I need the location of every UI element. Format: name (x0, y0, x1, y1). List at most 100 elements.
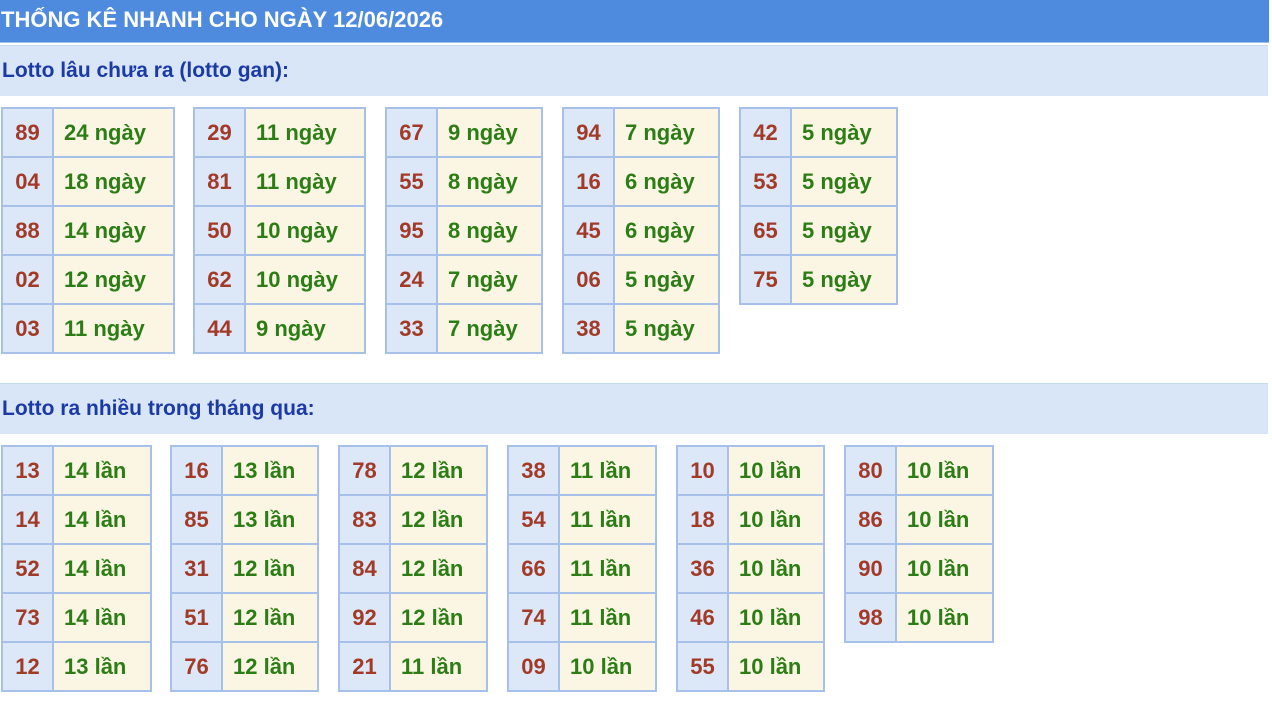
table-row: 36 10 lần (676, 543, 825, 594)
table-row: 38 5 ngày (562, 303, 720, 354)
table-row: 80 10 lần (844, 445, 994, 496)
page-title: THỐNG KÊ NHANH CHO NGÀY 12/06/2026 (1, 7, 444, 32)
lotto-number: 46 (676, 592, 729, 643)
days-absent: 10 ngày (244, 254, 366, 305)
lotto-number: 51 (170, 592, 223, 643)
days-absent: 5 ngày (613, 254, 720, 305)
table-row: 85 13 lần (170, 494, 319, 545)
days-absent: 11 ngày (244, 107, 366, 158)
times-appeared: 10 lần (727, 641, 825, 692)
lotto-number: 81 (193, 156, 246, 207)
times-appeared: 13 lần (221, 494, 319, 545)
times-appeared: 11 lần (558, 445, 657, 496)
days-absent: 24 ngày (52, 107, 175, 158)
times-appeared: 12 lần (389, 445, 488, 496)
table-row: 45 6 ngày (562, 205, 720, 256)
lotto-number: 94 (562, 107, 615, 158)
times-appeared: 10 lần (727, 445, 825, 496)
table-row: 42 5 ngày (739, 107, 898, 158)
lotto-number: 38 (562, 303, 615, 354)
table-row: 50 10 ngày (193, 205, 366, 256)
table-row: 31 12 lần (170, 543, 319, 594)
table-row: 92 12 lần (338, 592, 488, 643)
days-absent: 7 ngày (436, 303, 543, 354)
days-absent: 14 ngày (52, 205, 175, 256)
lotto-number: 33 (385, 303, 438, 354)
lotto-number: 16 (170, 445, 223, 496)
table-row: 62 10 ngày (193, 254, 366, 305)
days-absent: 5 ngày (790, 107, 898, 158)
table-row: 89 24 ngày (1, 107, 175, 158)
table-row: 29 11 ngày (193, 107, 366, 158)
table-row: 55 10 lần (676, 641, 825, 692)
table-row: 18 10 lần (676, 494, 825, 545)
times-appeared: 10 lần (895, 445, 994, 496)
lotto-number: 98 (844, 592, 897, 643)
lotto-number: 67 (385, 107, 438, 158)
days-absent: 5 ngày (613, 303, 720, 354)
times-appeared: 12 lần (221, 641, 319, 692)
times-appeared: 11 lần (558, 543, 657, 594)
table-row: 90 10 lần (844, 543, 994, 594)
lotto-number: 02 (1, 254, 54, 305)
lotto-number: 13 (1, 445, 54, 496)
times-appeared: 10 lần (895, 592, 994, 643)
times-appeared: 13 lần (52, 641, 152, 692)
lotto-number: 09 (507, 641, 560, 692)
days-absent: 7 ngày (436, 254, 543, 305)
lotto-number: 92 (338, 592, 391, 643)
table-row: 67 9 ngày (385, 107, 543, 158)
section-heading-frequent: Lotto ra nhiều trong tháng qua: (0, 383, 1268, 434)
table-row: 83 12 lần (338, 494, 488, 545)
lotto-number: 55 (676, 641, 729, 692)
times-appeared: 11 lần (389, 641, 488, 692)
table-row: 95 8 ngày (385, 205, 543, 256)
lotto-number: 78 (338, 445, 391, 496)
table-row: 51 12 lần (170, 592, 319, 643)
lotto-number: 83 (338, 494, 391, 545)
lotto-number: 12 (1, 641, 54, 692)
lotto-number: 36 (676, 543, 729, 594)
lotto-number: 03 (1, 303, 54, 354)
lotto-table: 10 10 lần 18 10 lần 36 10 lần 46 10 lần 55 10 lần (676, 445, 825, 692)
lotto-number: 42 (739, 107, 792, 158)
lotto-number: 88 (1, 205, 54, 256)
times-appeared: 14 lần (52, 592, 152, 643)
lotto-number: 90 (844, 543, 897, 594)
table-row: 75 5 ngày (739, 254, 898, 305)
table-row: 86 10 lần (844, 494, 994, 545)
lotto-number: 62 (193, 254, 246, 305)
lotto-number: 55 (385, 156, 438, 207)
header-bar: THỐNG KÊ NHANH CHO NGÀY 12/06/2026 (0, 0, 1269, 43)
table-row: 16 13 lần (170, 445, 319, 496)
times-appeared: 14 lần (52, 543, 152, 594)
lotto-number: 53 (739, 156, 792, 207)
lotto-table: 16 13 lần 85 13 lần 31 12 lần 51 12 lần 76 12 lần (170, 445, 319, 692)
lotto-number: 45 (562, 205, 615, 256)
lotto-number: 50 (193, 205, 246, 256)
lotto-number: 85 (170, 494, 223, 545)
times-appeared: 13 lần (221, 445, 319, 496)
lotto-number: 14 (1, 494, 54, 545)
table-row: 98 10 lần (844, 592, 994, 643)
lotto-number: 21 (338, 641, 391, 692)
table-row: 94 7 ngày (562, 107, 720, 158)
lotto-number: 89 (1, 107, 54, 158)
table-row: 54 11 lần (507, 494, 657, 545)
table-row: 84 12 lần (338, 543, 488, 594)
lotto-number: 10 (676, 445, 729, 496)
lotto-table: 13 14 lần 14 14 lần 52 14 lần 73 14 lần 12 13 lần (1, 445, 152, 692)
times-appeared: 10 lần (558, 641, 657, 692)
lotto-number: 29 (193, 107, 246, 158)
table-row: 06 5 ngày (562, 254, 720, 305)
table-row: 76 12 lần (170, 641, 319, 692)
lotto-number: 65 (739, 205, 792, 256)
lotto-number: 44 (193, 303, 246, 354)
lotto-table: 67 9 ngày 55 8 ngày 95 8 ngày 24 7 ngày 33 7 ngày (385, 107, 543, 354)
section-title: Lotto ra nhiều trong tháng qua: (2, 397, 315, 420)
table-row: 02 12 ngày (1, 254, 175, 305)
lotto-table: 78 12 lần 83 12 lần 84 12 lần 92 12 lần 21 11 lần (338, 445, 488, 692)
lotto-number: 95 (385, 205, 438, 256)
lotto-number: 24 (385, 254, 438, 305)
days-absent: 8 ngày (436, 205, 543, 256)
